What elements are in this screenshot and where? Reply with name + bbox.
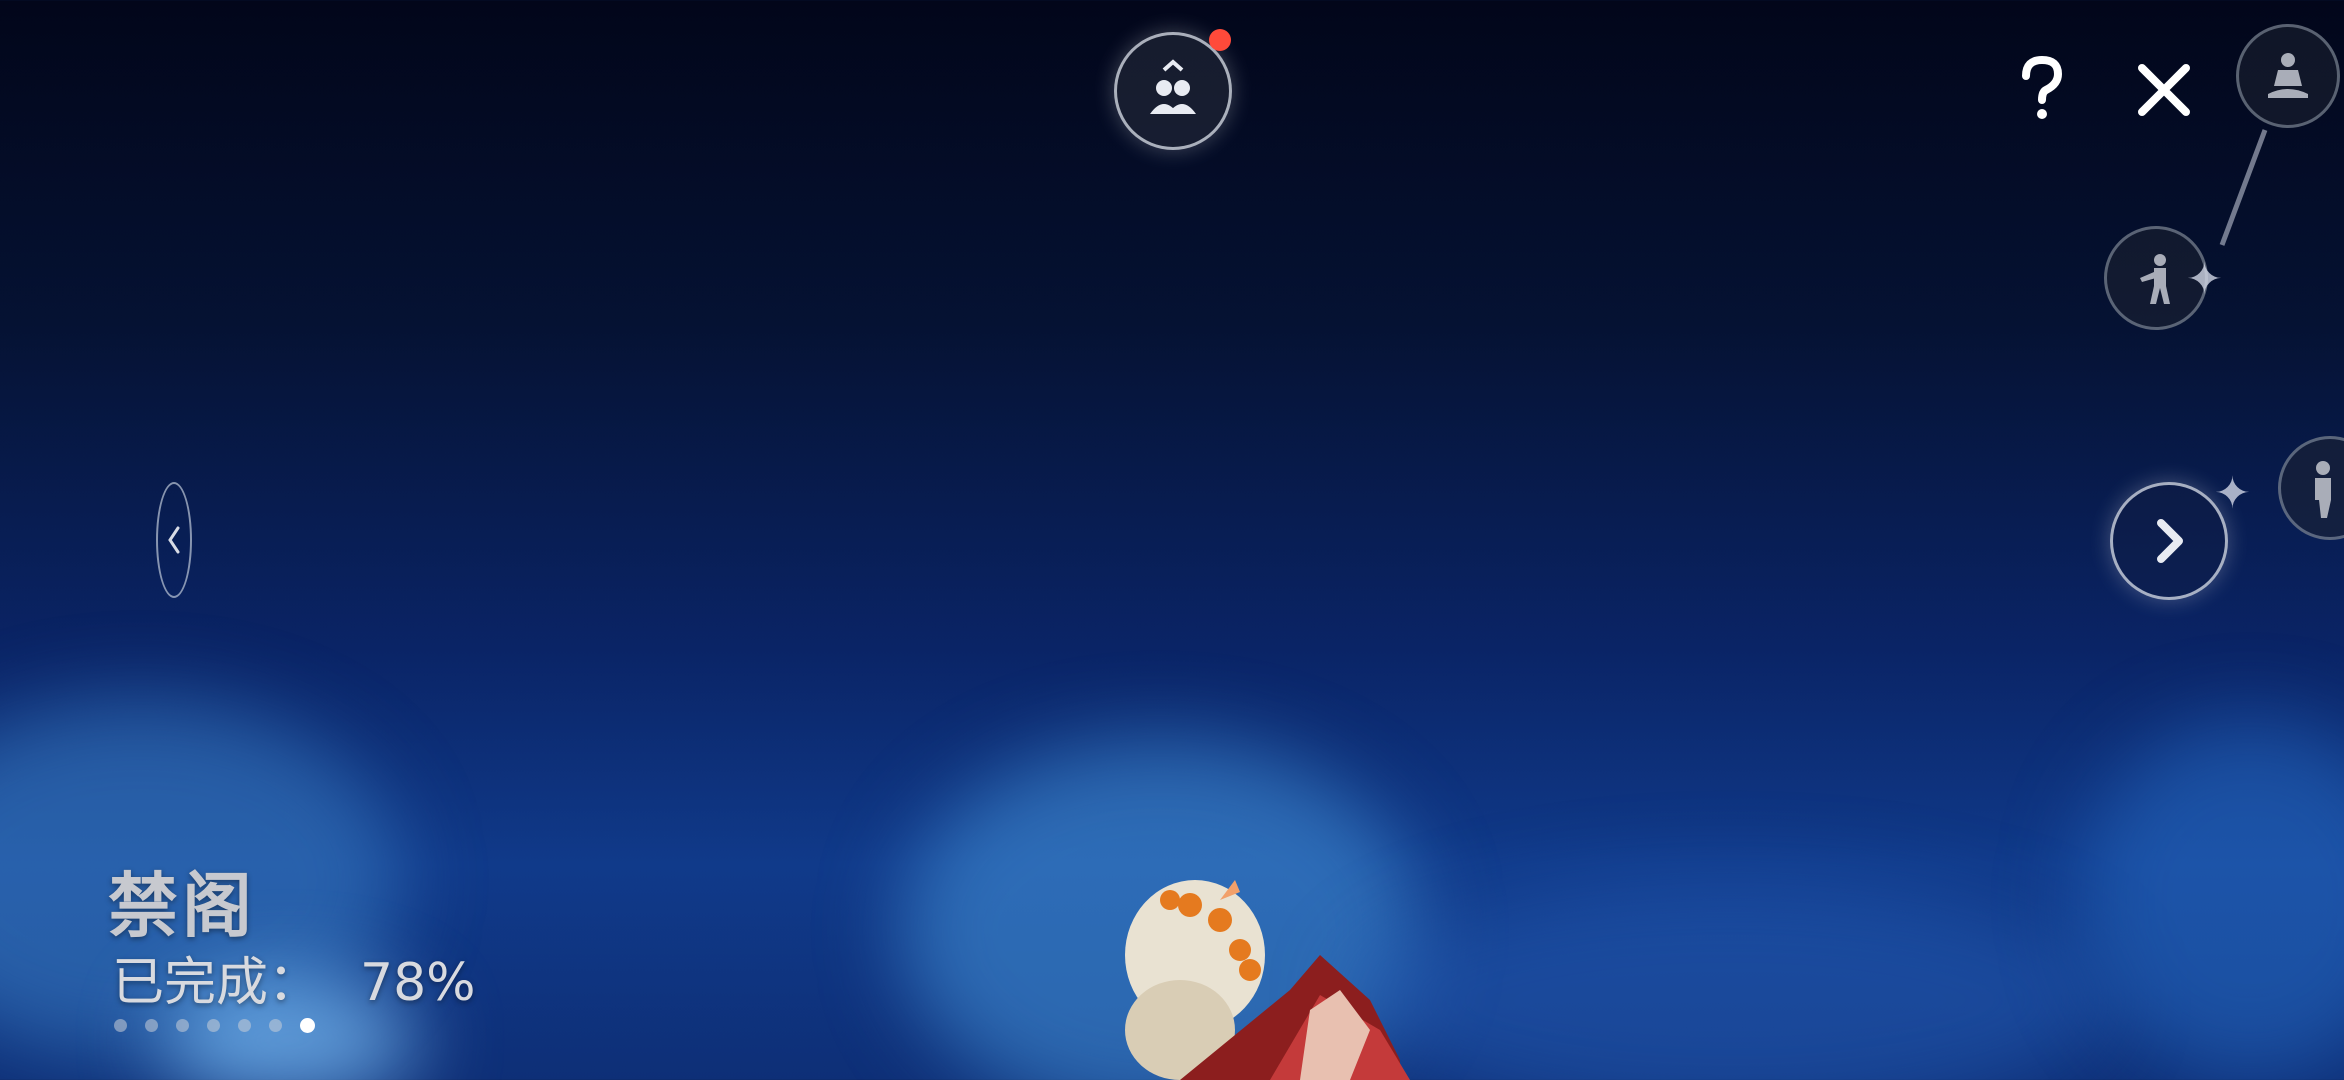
progress-label: 已完成： (112, 953, 321, 1013)
close-icon (2138, 64, 2190, 116)
notification-badge (1209, 29, 1231, 51)
page-dot[interactable] (207, 1019, 220, 1032)
sparkle-icon: ✦ (2186, 254, 2223, 305)
chevron-right-icon (2157, 519, 2183, 563)
page-dot[interactable] (114, 1019, 127, 1032)
close-button[interactable] (2136, 62, 2192, 118)
prev-page-button[interactable] (156, 482, 192, 598)
spirit-node-meditate[interactable] (2236, 24, 2340, 128)
game-scene (0, 0, 2344, 1080)
page-dot[interactable] (238, 1019, 251, 1032)
cloud (2080, 720, 2344, 1080)
help-button[interactable] (2014, 54, 2070, 124)
page-dot-active[interactable] (300, 1018, 315, 1033)
progress-value: 78% (360, 953, 476, 1013)
sparkle-icon: ✦ (2214, 468, 2251, 519)
standing-spirit-icon (2315, 461, 2331, 518)
question-icon (2022, 55, 2063, 119)
friends-button[interactable] (1114, 29, 1232, 150)
area-title: 禁阁 (108, 865, 256, 947)
meditating-spirit-icon (2268, 53, 2308, 98)
progress-text: 已完成： 78% (112, 940, 476, 1015)
next-page-button[interactable] (2110, 482, 2228, 600)
page-indicator (114, 1018, 315, 1033)
page-dot[interactable] (269, 1019, 282, 1032)
player-character (1125, 880, 1410, 1080)
page-dot[interactable] (145, 1019, 158, 1032)
constellation-line (2219, 129, 2268, 246)
gesturing-spirit-icon (2140, 254, 2170, 304)
friends-icon (1142, 58, 1204, 124)
chevron-left-icon (168, 526, 180, 554)
page-dot[interactable] (176, 1019, 189, 1032)
